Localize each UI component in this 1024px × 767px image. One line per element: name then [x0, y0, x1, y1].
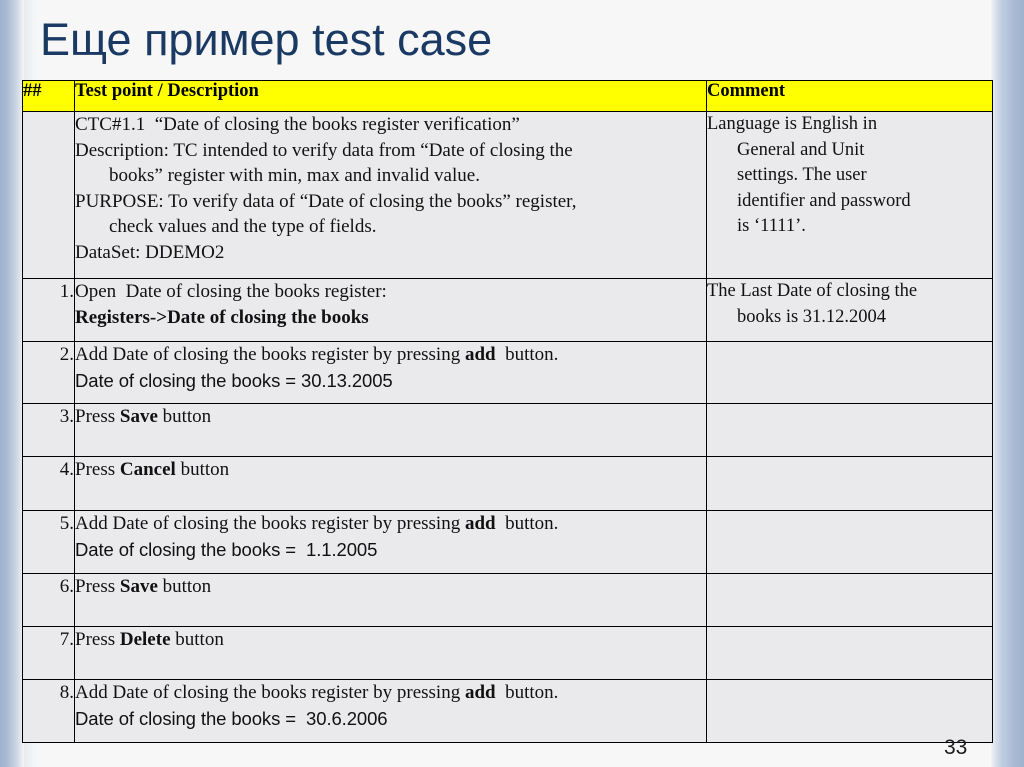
slide-canvas: Еще пример test case ## Test point / Des… [0, 0, 1024, 767]
description-line: check values and the type of fields. [109, 216, 377, 237]
description-cell: Press Save button [74, 573, 707, 627]
comment-cell [706, 679, 993, 743]
description-line: Add Date of closing the books register b… [75, 513, 559, 534]
row-number-cell [22, 111, 75, 279]
row-number-cell: 6. [22, 573, 75, 627]
table-row: CTC#1.1 “Date of closing the books regis… [22, 111, 993, 279]
description-line: Add Date of closing the books register b… [75, 344, 559, 365]
emphasis-text: add [464, 682, 496, 703]
slide-title: Еще пример test case [40, 14, 493, 65]
column-header-description: Test point / Description [74, 80, 707, 112]
row-number-cell: 8. [22, 679, 75, 743]
comment-cell: Language is English in General and Unit se… [706, 111, 993, 279]
comment-cell [706, 341, 993, 404]
row-number-cell: 4. [22, 456, 75, 511]
description-line: Date of closing the books = 30.13.2005 [75, 369, 393, 391]
table-row: 8. Add Date of closing the books register… [22, 679, 993, 743]
comment-line: Language is English in [707, 114, 878, 134]
emphasis-text: Delete [119, 629, 171, 650]
table-row: 4. Press Cancel button [22, 456, 993, 511]
comment-line: identifier and password [737, 190, 911, 211]
table-row: 2. Add Date of closing the books register… [22, 341, 993, 404]
description-line: PURPOSE: To verify data of “Date of clos… [75, 190, 577, 212]
description-cell: Press Save button [74, 403, 707, 457]
description-line: Press Delete button [75, 629, 224, 650]
description-line: Registers->Date of closing the books [75, 306, 369, 328]
right-edge-gradient [991, 0, 1024, 767]
comment-line: is ‘1111’. [737, 216, 806, 236]
comment-cell [706, 510, 993, 574]
page-number: 33 [944, 736, 968, 759]
emphasis-text: Cancel [119, 459, 176, 480]
comment-cell [706, 573, 993, 627]
emphasis-text: Save [119, 406, 158, 427]
description-cell: Press Cancel button [74, 456, 707, 511]
description-line: Open Date of closing the books register: [75, 281, 387, 302]
test-case-table: ## Test point / Description Comment CTC#… [22, 80, 993, 743]
comment-cell [706, 403, 993, 457]
description-line: Date of closing the books = 1.1.2005 [75, 538, 378, 560]
comment-cell: The Last Date of closing the books is 31.… [706, 278, 993, 342]
comment-line: settings. The user [737, 165, 867, 185]
row-number-cell: 7. [22, 626, 75, 680]
description-line: CTC#1.1 “Date of closing the books regis… [75, 114, 520, 135]
comment-cell [706, 456, 993, 511]
table-row: 5. Add Date of closing the books register… [22, 510, 993, 574]
description-line: Press Cancel button [75, 459, 230, 480]
table-row: 7. Press Delete button [22, 626, 993, 680]
comment-cell [706, 626, 993, 680]
left-edge-gradient [0, 0, 24, 767]
description-line: Date of closing the books = 30.6.2006 [75, 707, 388, 729]
description-line: DataSet: DDEMO2 [75, 241, 225, 263]
row-number-cell: 3. [22, 403, 75, 457]
description-line: Add Date of closing the books register b… [75, 682, 559, 703]
comment-line: The Last Date of closing the [707, 281, 918, 301]
comment-line: General and Unit [737, 139, 865, 160]
description-cell: Add Date of closing the books register b… [74, 341, 707, 404]
emphasis-text: add [464, 344, 496, 365]
column-header-comment: Comment [706, 80, 993, 112]
emphasis-text: add [464, 513, 496, 534]
description-cell: Add Date of closing the books register b… [74, 679, 707, 743]
description-cell: Press Delete button [74, 626, 707, 680]
description-line: books” register with min, max and invali… [109, 165, 480, 186]
description-cell: Add Date of closing the books register b… [74, 510, 707, 574]
description-line: Press Save button [75, 406, 212, 427]
description-line: Description: TC intended to verify data … [75, 139, 573, 161]
row-number-cell: 1. [22, 278, 75, 342]
table-body: CTC#1.1 “Date of closing the books regis… [22, 111, 993, 743]
description-cell: CTC#1.1 “Date of closing the books regis… [74, 111, 707, 279]
table-row: 1. Open Date of closing the books registe… [22, 278, 993, 342]
column-header-num: ## [22, 80, 75, 112]
comment-line: books is 31.12.2004 [737, 306, 887, 327]
table-row: 6. Press Save button [22, 573, 993, 627]
description-cell: Open Date of closing the books register:… [74, 278, 707, 342]
table-row: 3. Press Save button [22, 403, 993, 457]
emphasis-text: Save [119, 576, 158, 597]
row-number-cell: 2. [22, 341, 75, 404]
description-line: Press Save button [75, 576, 212, 597]
row-number-cell: 5. [22, 510, 75, 574]
table-header-row: ## Test point / Description Comment [22, 80, 993, 112]
